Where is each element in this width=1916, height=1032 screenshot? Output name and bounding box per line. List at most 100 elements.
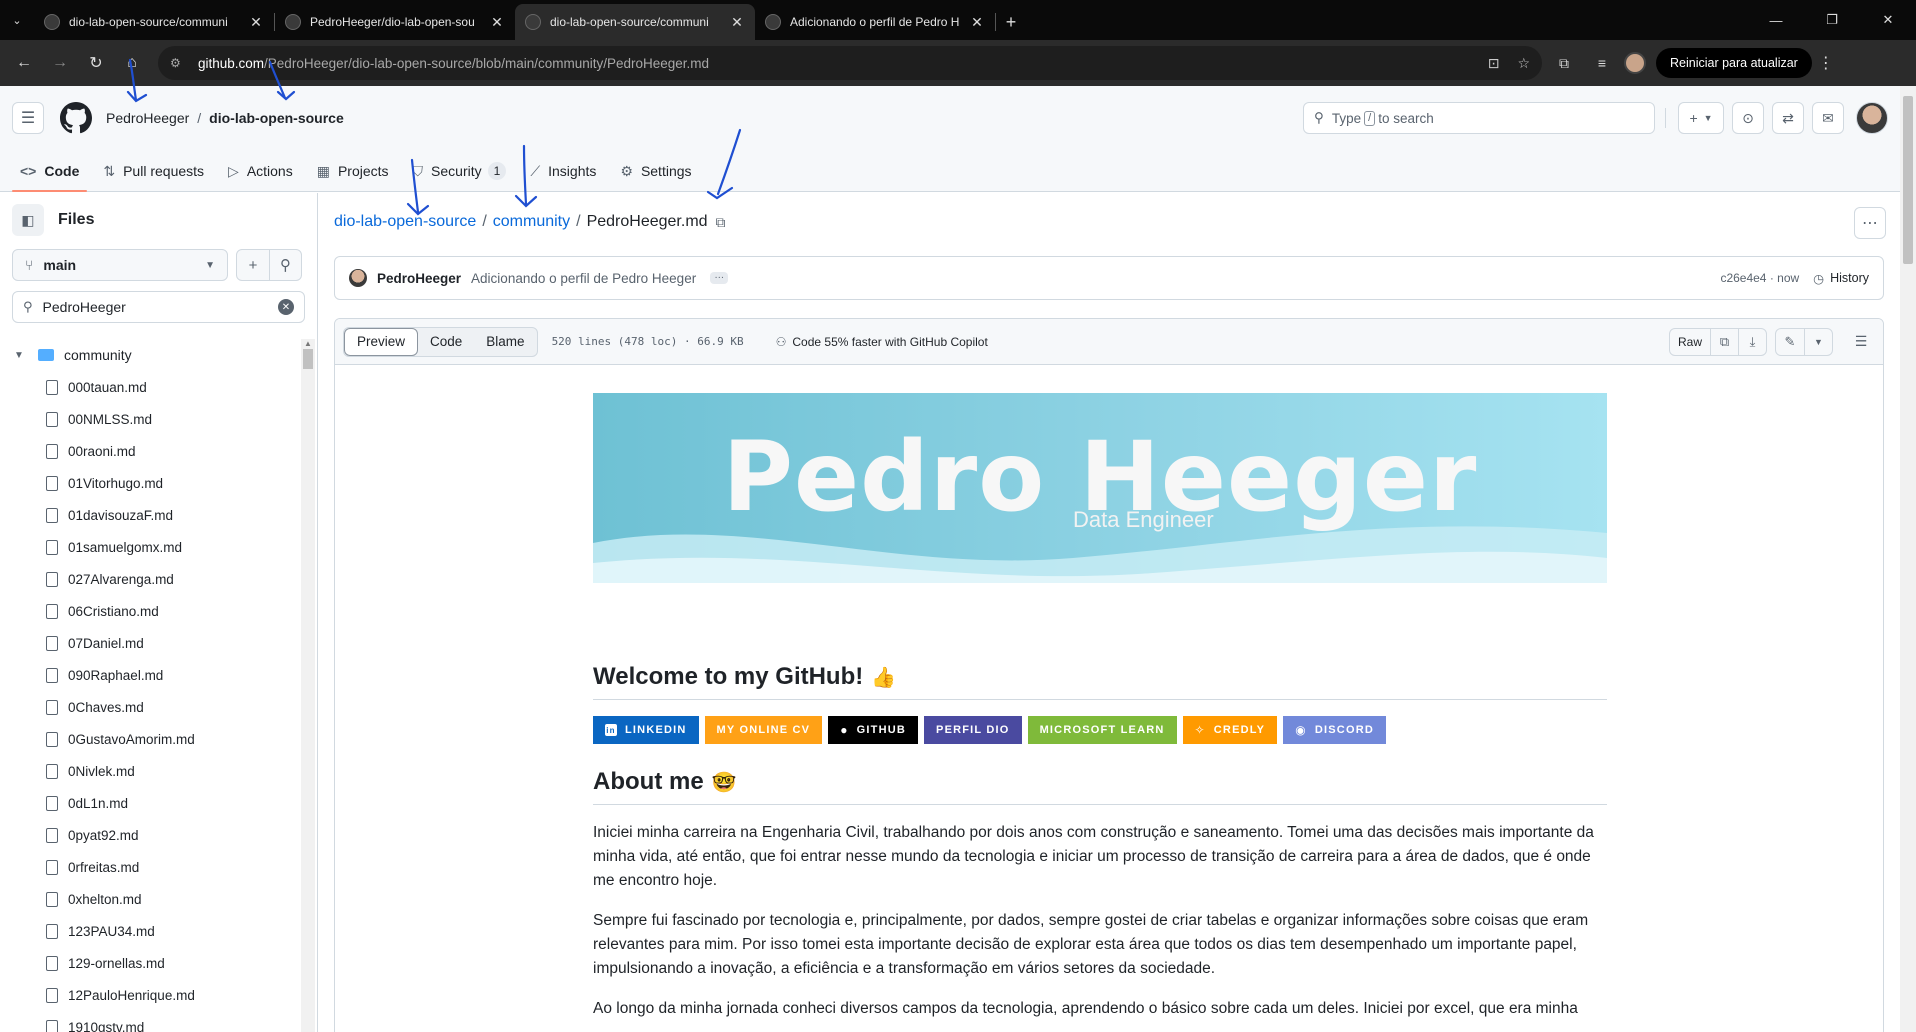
triangle-down-icon[interactable]: ▼ <box>1804 328 1832 355</box>
badge-credly[interactable]: ✧ CREDLY <box>1182 716 1278 744</box>
browser-tab-4[interactable]: Adicionando o perfil de Pedro H ✕ <box>755 4 995 40</box>
browser-tab-2[interactable]: PedroHeeger/dio-lab-open-sou ✕ <box>275 4 515 40</box>
tab-preview[interactable]: Preview <box>344 327 419 356</box>
badge-microsoft-learn[interactable]: MICROSOFT LEARN <box>1027 716 1177 744</box>
commit-author-avatar[interactable] <box>349 269 367 287</box>
branch-selector[interactable]: ⑂ main ▼ <box>12 249 228 281</box>
tree-file-item[interactable]: 01davisouzaF.md <box>0 499 300 531</box>
tree-file-item[interactable]: 0xhelton.md <box>0 883 300 915</box>
page-scrollbar[interactable] <box>1900 86 1916 1032</box>
hamburger-menu-icon[interactable]: ☰ <box>12 102 44 134</box>
close-icon[interactable]: ✕ <box>969 14 985 30</box>
badge-perfil-dio[interactable]: PERFIL DIO <box>924 716 1022 744</box>
github-logo-icon[interactable] <box>60 102 92 134</box>
minimize-icon[interactable]: — <box>1748 0 1804 40</box>
badge-linkedin[interactable]: in LINKEDIN <box>593 716 699 744</box>
breadcrumb-repo-link[interactable]: dio-lab-open-source <box>334 213 476 231</box>
file-filter-input[interactable]: ⚲ PedroHeeger ✕ <box>12 291 305 323</box>
profile-avatar[interactable] <box>1624 52 1646 74</box>
tree-file-item[interactable]: 0GustavoAmorim.md <box>0 723 300 755</box>
bookmark-star-icon[interactable]: ☆ <box>1517 55 1530 72</box>
tree-file-item[interactable]: 01samuelgomx.md <box>0 531 300 563</box>
copilot-promo-link[interactable]: ⚇ Code 55% faster with GitHub Copilot <box>776 335 988 349</box>
update-button[interactable]: Reiniciar para atualizar <box>1656 48 1812 78</box>
browser-menu-icon[interactable]: ⋮ <box>1812 53 1840 73</box>
tree-file-item[interactable]: 00raoni.md <box>0 435 300 467</box>
tree-file-item[interactable]: 00NMLSS.md <box>0 403 300 435</box>
address-bar[interactable]: ⚙ github.com /PedroHeeger/dio-lab-open-s… <box>158 46 1542 80</box>
tree-file-item[interactable]: 0Nivlek.md <box>0 755 300 787</box>
page-scrollbar-thumb[interactable] <box>1903 96 1913 264</box>
scroll-up-icon[interactable]: ▲ <box>304 339 312 348</box>
tree-file-item[interactable]: 129-ornellas.md <box>0 947 300 979</box>
tree-file-item[interactable]: 06Cristiano.md <box>0 595 300 627</box>
tree-file-item[interactable]: 000tauan.md <box>0 371 300 403</box>
badge-github[interactable]: ● GITHUB <box>828 716 919 744</box>
browser-tab-3-active[interactable]: dio-lab-open-source/communi ✕ <box>515 4 755 40</box>
tree-file-item[interactable]: 090Raphael.md <box>0 659 300 691</box>
tree-file-item[interactable]: 07Daniel.md <box>0 627 300 659</box>
forward-arrow-icon[interactable]: → <box>44 47 76 79</box>
tab-projects[interactable]: ▦ Projects <box>309 150 397 192</box>
file-tree-scrollbar[interactable]: ▲ <box>301 339 315 1032</box>
tree-file-item[interactable]: 0pyat92.md <box>0 819 300 851</box>
download-icon[interactable]: ⤓ <box>1738 328 1766 355</box>
pencil-icon[interactable]: ✎ <box>1776 329 1804 355</box>
tab-pull-requests[interactable]: ⇅ Pull requests <box>95 150 212 192</box>
home-icon[interactable]: ⌂ <box>116 47 148 79</box>
back-arrow-icon[interactable]: ← <box>8 47 40 79</box>
tree-file-item[interactable]: 1910gstv.md <box>0 1011 300 1032</box>
add-file-plus-icon[interactable]: + <box>237 250 269 280</box>
tree-file-item[interactable]: 12PauloHenrique.md <box>0 979 300 1011</box>
media-control-icon[interactable]: ≡ <box>1586 47 1618 79</box>
tab-security[interactable]: ⛉ Security 1 <box>405 150 515 192</box>
search-input[interactable]: ⚲ Type / to search <box>1303 102 1655 134</box>
header-owner-link[interactable]: PedroHeeger <box>106 110 189 126</box>
commit-sha[interactable]: c26e4e4 · now <box>1720 271 1799 285</box>
tab-code[interactable]: <> Code <box>12 150 88 192</box>
tree-file-item[interactable]: 0dL1n.md <box>0 787 300 819</box>
commit-message[interactable]: Adicionando o perfil de Pedro Heeger <box>471 271 696 286</box>
tree-file-item[interactable]: 123PAU34.md <box>0 915 300 947</box>
outline-list-icon[interactable]: ☰ <box>1847 333 1875 350</box>
tree-file-item[interactable]: 027Alvarenga.md <box>0 563 300 595</box>
user-avatar[interactable] <box>1856 102 1888 134</box>
tab-insights[interactable]: ⟋ Insights <box>522 150 604 192</box>
close-icon[interactable]: ✕ <box>489 14 505 30</box>
reload-icon[interactable]: ↻ <box>80 47 112 79</box>
tab-code-view[interactable]: Code <box>418 328 474 356</box>
copy-path-icon[interactable]: ⧉ <box>716 214 726 231</box>
raw-button[interactable]: Raw <box>1670 329 1710 355</box>
commit-expand-ellipsis-icon[interactable]: … <box>710 271 729 284</box>
badge-discord[interactable]: ◉ DISCORD <box>1283 716 1386 744</box>
extensions-puzzle-icon[interactable]: ⧉ <box>1548 47 1580 79</box>
issues-button[interactable]: ⊙ <box>1732 102 1764 134</box>
browser-tab-1[interactable]: dio-lab-open-source/communi ✕ <box>34 4 274 40</box>
breadcrumb-folder-link[interactable]: community <box>493 213 570 231</box>
tree-file-item[interactable]: 01Vitorhugo.md <box>0 467 300 499</box>
create-new-button[interactable]: + ▼ <box>1678 102 1724 134</box>
history-button[interactable]: ◷ History <box>1813 271 1869 286</box>
site-info-icon[interactable]: ⚙ <box>170 55 186 71</box>
window-close-icon[interactable]: ✕ <box>1860 0 1916 40</box>
close-icon[interactable]: ✕ <box>729 14 745 30</box>
tab-search-chevron-icon[interactable]: ⌄ <box>0 0 34 40</box>
restore-icon[interactable]: ❐ <box>1804 0 1860 40</box>
tree-file-item[interactable]: 0rfreitas.md <box>0 851 300 883</box>
sidebar-collapse-icon[interactable]: ◧ <box>12 204 44 236</box>
search-icon[interactable]: ⚲ <box>269 250 301 280</box>
tree-folder[interactable]: ▼ community <box>0 339 300 371</box>
more-options-kebab-icon[interactable]: ⋯ <box>1854 207 1886 239</box>
copy-icon[interactable]: ⧉ <box>1710 328 1738 355</box>
commit-author[interactable]: PedroHeeger <box>377 271 461 286</box>
pull-requests-button[interactable]: ⇄ <box>1772 102 1804 134</box>
scrollbar-thumb[interactable] <box>303 349 313 369</box>
new-tab-plus-icon[interactable]: + <box>996 4 1026 40</box>
install-app-icon[interactable]: ⊡ <box>1488 55 1500 72</box>
tab-blame[interactable]: Blame <box>474 328 536 356</box>
header-repo-link[interactable]: dio-lab-open-source <box>209 110 344 126</box>
inbox-button[interactable]: ✉ <box>1812 102 1844 134</box>
tab-settings[interactable]: ⚙ Settings <box>612 150 699 192</box>
tab-actions[interactable]: ▷ Actions <box>220 150 301 192</box>
close-icon[interactable]: ✕ <box>248 14 264 30</box>
